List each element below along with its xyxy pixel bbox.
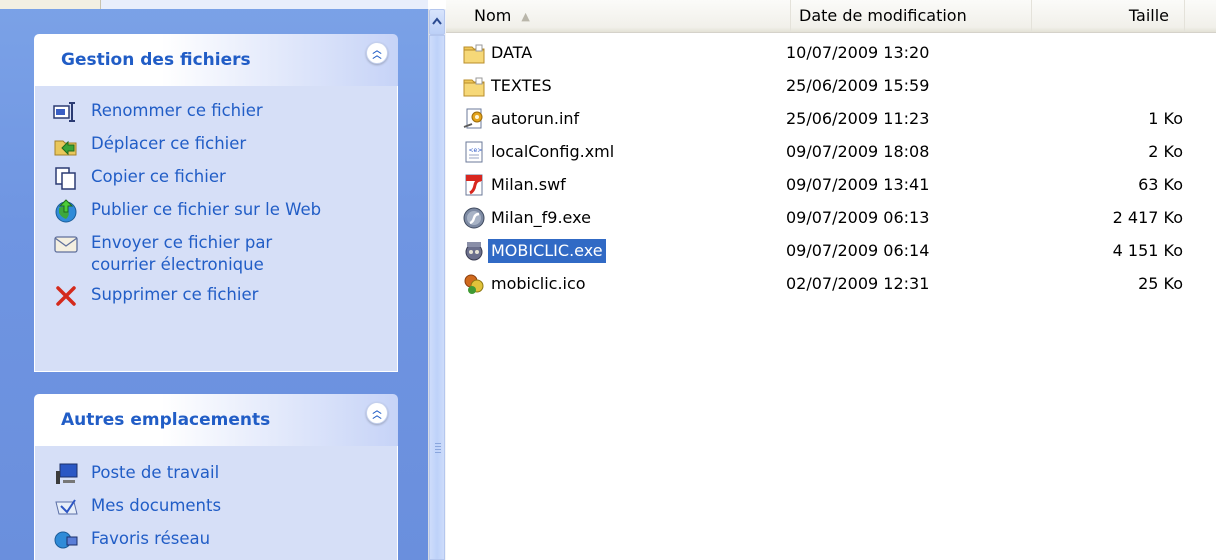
sort-ascending-icon: ▲ bbox=[521, 9, 530, 23]
file-row[interactable]: MOBICLIC.exe 09/07/2009 06:14 4 151 Ko bbox=[446, 236, 1216, 266]
file-row[interactable]: mobiclic.ico 02/07/2009 12:31 25 Ko bbox=[446, 269, 1216, 299]
file-row[interactable]: TEXTES 25/06/2009 15:59 bbox=[446, 71, 1216, 101]
copy-file-label: Copier ce fichier bbox=[91, 167, 226, 186]
scroll-thumb[interactable] bbox=[429, 35, 445, 560]
file-row[interactable]: DATA 10/07/2009 13:20 bbox=[446, 38, 1216, 68]
email-icon bbox=[54, 236, 78, 253]
svg-text:<e>: <e> bbox=[469, 147, 483, 154]
other-places-header[interactable]: Autres emplacements ︿ ︿ bbox=[34, 394, 398, 446]
file-date: 09/07/2009 13:41 bbox=[786, 175, 930, 194]
column-date-label: Date de modification bbox=[799, 6, 967, 25]
email-file-label: Envoyer ce fichier par courrier électron… bbox=[91, 233, 273, 274]
file-name-cell[interactable]: Milan.swf bbox=[462, 170, 569, 200]
file-size: 2 417 Ko bbox=[1112, 208, 1183, 227]
mobiclic-app-icon bbox=[465, 242, 483, 261]
file-name: mobiclic.ico bbox=[491, 274, 586, 293]
other-places-panel: Autres emplacements ︿ ︿ Poste de travail bbox=[34, 394, 398, 560]
file-date: 09/07/2009 18:08 bbox=[786, 142, 930, 161]
move-file-label: Déplacer ce fichier bbox=[91, 134, 247, 153]
network-places-label: Favoris réseau bbox=[91, 529, 211, 548]
chevron-up-icon bbox=[432, 17, 442, 25]
file-name-cell[interactable]: TEXTES bbox=[462, 71, 555, 101]
pane-top-strip bbox=[0, 0, 428, 9]
folder-icon bbox=[463, 44, 485, 64]
publish-web-label: Publier ce fichier sur le Web bbox=[91, 200, 322, 219]
move-file-link[interactable]: Déplacer ce fichier bbox=[35, 133, 397, 158]
delete-file-link[interactable]: Supprimer ce fichier bbox=[35, 284, 397, 309]
column-header-date[interactable]: Date de modification bbox=[790, 0, 1031, 32]
my-computer-link[interactable]: Poste de travail bbox=[35, 462, 397, 487]
column-header-row: Nom ▲ Date de modification Taille bbox=[446, 0, 1216, 33]
publish-web-icon bbox=[55, 199, 77, 223]
delete-icon bbox=[56, 286, 76, 306]
file-name-cell[interactable]: mobiclic.ico bbox=[462, 269, 589, 299]
network-places-icon bbox=[54, 531, 78, 549]
file-name: localConfig.xml bbox=[491, 142, 615, 161]
column-header-name[interactable]: Nom ▲ bbox=[446, 0, 790, 32]
file-name: Milan_f9.exe bbox=[491, 208, 591, 227]
file-list-view[interactable]: Nom ▲ Date de modification Taille DATA 10/… bbox=[446, 0, 1216, 560]
file-name-cell[interactable]: DATA bbox=[462, 38, 535, 68]
file-tasks-header[interactable]: Gestion des fichiers ︿ ︿ bbox=[34, 34, 398, 86]
file-tasks-body: Renommer ce fichier Déplacer ce fichier … bbox=[34, 86, 398, 372]
file-name-cell[interactable]: <e> localConfig.xml bbox=[462, 137, 617, 167]
file-date: 25/06/2009 15:59 bbox=[786, 76, 930, 95]
my-documents-icon bbox=[55, 499, 78, 515]
collapse-other-places-button[interactable]: ︿ ︿ bbox=[366, 402, 388, 424]
file-name-cell[interactable]: Milan_f9.exe bbox=[462, 203, 594, 233]
file-date: 10/07/2009 13:20 bbox=[786, 43, 930, 62]
file-size: 1 Ko bbox=[1148, 109, 1183, 128]
file-name: DATA bbox=[491, 43, 533, 62]
file-name-cell[interactable]: MOBICLIC.exe bbox=[462, 236, 606, 266]
flash-exe-icon bbox=[463, 207, 485, 229]
file-name: Milan.swf bbox=[491, 175, 566, 194]
folder-icon bbox=[463, 77, 485, 97]
file-date: 02/07/2009 12:31 bbox=[786, 274, 930, 293]
file-size: 2 Ko bbox=[1148, 142, 1183, 161]
collapse-file-tasks-button[interactable]: ︿ ︿ bbox=[366, 42, 388, 64]
scroll-up-button[interactable] bbox=[429, 9, 445, 35]
file-date: 25/06/2009 11:23 bbox=[786, 109, 930, 128]
network-places-link[interactable]: Favoris réseau bbox=[35, 528, 397, 553]
file-row[interactable]: Milan.swf 09/07/2009 13:41 63 Ko bbox=[446, 170, 1216, 200]
flash-file-icon bbox=[465, 174, 483, 196]
my-computer-label: Poste de travail bbox=[91, 463, 220, 482]
file-tasks-title: Gestion des fichiers bbox=[61, 50, 251, 70]
column-header-size[interactable]: Taille bbox=[1031, 0, 1185, 32]
file-row[interactable]: autorun.inf 25/06/2009 11:23 1 Ko bbox=[446, 104, 1216, 134]
my-documents-label: Mes documents bbox=[91, 496, 222, 515]
file-date: 09/07/2009 06:14 bbox=[786, 241, 930, 260]
delete-file-label: Supprimer ce fichier bbox=[91, 285, 259, 304]
column-name-label: Nom bbox=[474, 6, 512, 25]
settings-file-icon bbox=[463, 108, 483, 129]
file-row[interactable]: <e> localConfig.xml 09/07/2009 18:08 2 Ko bbox=[446, 137, 1216, 167]
file-size: 4 151 Ko bbox=[1112, 241, 1183, 260]
my-documents-link[interactable]: Mes documents bbox=[35, 495, 397, 520]
task-pane-scrollbar[interactable] bbox=[428, 9, 446, 560]
publish-web-link[interactable]: Publier ce fichier sur le Web bbox=[35, 199, 397, 224]
file-date: 09/07/2009 06:13 bbox=[786, 208, 930, 227]
file-name: MOBICLIC.exe bbox=[488, 239, 606, 263]
file-name: autorun.inf bbox=[491, 109, 580, 128]
task-pane: Gestion des fichiers ︿ ︿ Renommer ce fic… bbox=[0, 0, 428, 560]
mobiclic-ico-icon bbox=[464, 274, 484, 294]
rename-icon bbox=[53, 102, 75, 122]
move-icon bbox=[54, 140, 77, 156]
rename-file-link[interactable]: Renommer ce fichier bbox=[35, 100, 397, 125]
file-size: 25 Ko bbox=[1138, 274, 1183, 293]
column-size-label: Taille bbox=[1128, 6, 1169, 25]
other-places-body: Poste de travail Mes documents Favoris r… bbox=[34, 446, 398, 560]
copy-file-link[interactable]: Copier ce fichier bbox=[35, 166, 397, 191]
email-file-link[interactable]: Envoyer ce fichier par courrier électron… bbox=[35, 232, 397, 276]
rename-file-label: Renommer ce fichier bbox=[91, 101, 263, 120]
file-tasks-panel: Gestion des fichiers ︿ ︿ Renommer ce fic… bbox=[34, 34, 398, 372]
file-size: 63 Ko bbox=[1138, 175, 1183, 194]
file-name: TEXTES bbox=[491, 76, 552, 95]
copy-icon bbox=[55, 167, 76, 190]
xml-file-icon: <e> bbox=[465, 141, 483, 163]
file-name-cell[interactable]: autorun.inf bbox=[462, 104, 582, 134]
other-places-title: Autres emplacements bbox=[61, 410, 271, 430]
file-row[interactable]: Milan_f9.exe 09/07/2009 06:13 2 417 Ko bbox=[446, 203, 1216, 233]
my-computer-icon bbox=[56, 463, 78, 484]
